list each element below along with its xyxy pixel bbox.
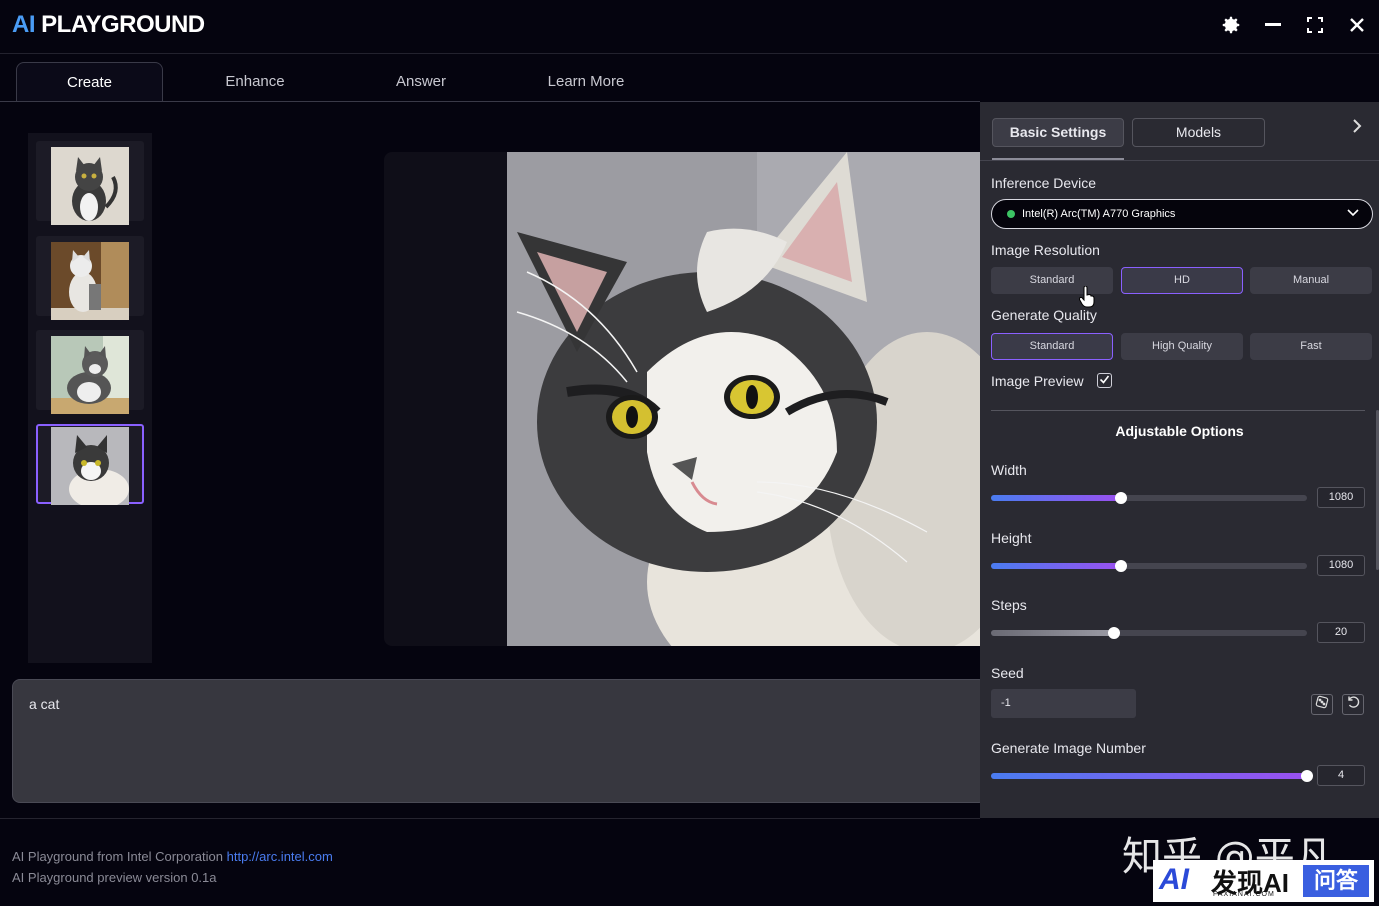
- steps-slider-handle[interactable]: [1108, 627, 1121, 639]
- height-slider-fill: [991, 563, 1121, 569]
- tab-create[interactable]: Create: [16, 62, 163, 102]
- steps-slider[interactable]: [991, 627, 1307, 639]
- width-slider-handle[interactable]: [1114, 492, 1127, 504]
- prompt-text: a cat: [29, 696, 60, 712]
- steps-label: Steps: [991, 597, 1027, 613]
- thumbnail-3[interactable]: [36, 330, 144, 414]
- panel-tab-divider: [980, 160, 1379, 161]
- gear-icon[interactable]: [1218, 14, 1244, 40]
- intel-link[interactable]: http://arc.intel.com: [227, 849, 333, 864]
- seed-input[interactable]: -1: [991, 689, 1136, 718]
- width-slider-fill: [991, 495, 1121, 501]
- image-number-slider-fill: [991, 773, 1307, 779]
- dice-icon[interactable]: [1311, 694, 1333, 715]
- image-number-value[interactable]: 4: [1317, 765, 1365, 786]
- image-preview-checkbox[interactable]: [1097, 373, 1112, 388]
- quality-standard-button[interactable]: Standard: [991, 333, 1113, 360]
- generated-cat-image[interactable]: [507, 152, 982, 646]
- main-tabs: Create Enhance Answer Learn More: [0, 54, 1379, 102]
- height-slider[interactable]: [991, 560, 1307, 572]
- tab-divider: [0, 101, 980, 102]
- width-value[interactable]: 1080: [1317, 487, 1365, 508]
- title-bar: AI PLAYGROUND: [0, 0, 1379, 54]
- footer-version: AI Playground preview version 0.1a: [12, 870, 217, 885]
- app-logo: AI PLAYGROUND: [12, 11, 205, 38]
- quality-fast-button[interactable]: Fast: [1250, 333, 1372, 360]
- section-divider: [991, 410, 1365, 411]
- faxianai-badge: AI 发现AI FAXIANAI.COM 问答: [1153, 860, 1374, 902]
- tab-answer[interactable]: Answer: [361, 62, 481, 102]
- width-label: Width: [991, 462, 1027, 478]
- thumbnail-4-selected[interactable]: [36, 424, 144, 505]
- width-slider[interactable]: [991, 492, 1307, 504]
- image-resolution-label: Image Resolution: [991, 242, 1100, 258]
- close-icon[interactable]: [1344, 14, 1370, 40]
- image-number-slider-handle[interactable]: [1301, 770, 1313, 782]
- inference-device-label: Inference Device: [991, 175, 1097, 191]
- quality-high-button[interactable]: High Quality: [1121, 333, 1243, 360]
- steps-slider-fill: [991, 630, 1115, 636]
- height-value[interactable]: 1080: [1317, 555, 1365, 576]
- footer-divider: [0, 818, 980, 819]
- tab-basic-settings[interactable]: Basic Settings: [992, 118, 1124, 147]
- resolution-hd-button[interactable]: HD: [1121, 267, 1243, 294]
- thumbnail-1[interactable]: [36, 141, 144, 225]
- seed-label: Seed: [991, 665, 1024, 681]
- minimize-icon[interactable]: [1260, 14, 1286, 40]
- status-dot-icon: [1007, 210, 1015, 218]
- footer-credit: AI Playground from Intel Corporation htt…: [12, 849, 333, 864]
- image-number-label: Generate Image Number: [991, 740, 1146, 756]
- generate-quality-label: Generate Quality: [991, 307, 1097, 323]
- chevron-right-icon[interactable]: [1351, 118, 1363, 139]
- maximize-icon[interactable]: [1302, 14, 1328, 40]
- tab-models[interactable]: Models: [1132, 118, 1265, 147]
- steps-value[interactable]: 20: [1317, 622, 1365, 643]
- height-label: Height: [991, 530, 1032, 546]
- prompt-textarea[interactable]: a cat: [12, 679, 987, 803]
- adjustable-options-heading: Adjustable Options: [1115, 423, 1244, 439]
- image-number-slider[interactable]: [991, 770, 1313, 782]
- thumbnail-2[interactable]: [36, 236, 144, 320]
- history-thumbnails: [28, 133, 152, 663]
- tab-enhance[interactable]: Enhance: [195, 62, 315, 102]
- inference-device-select[interactable]: Intel(R) Arc(TM) A770 Graphics: [991, 199, 1373, 229]
- reset-icon[interactable]: [1342, 694, 1364, 715]
- resolution-manual-button[interactable]: Manual: [1250, 267, 1372, 294]
- image-preview-label: Image Preview: [991, 373, 1084, 389]
- tab-learn-more[interactable]: Learn More: [526, 62, 646, 102]
- settings-panel: Basic Settings Models Inference Device I…: [980, 102, 1379, 818]
- height-slider-handle[interactable]: [1114, 560, 1127, 572]
- chevron-down-icon: [1346, 205, 1360, 222]
